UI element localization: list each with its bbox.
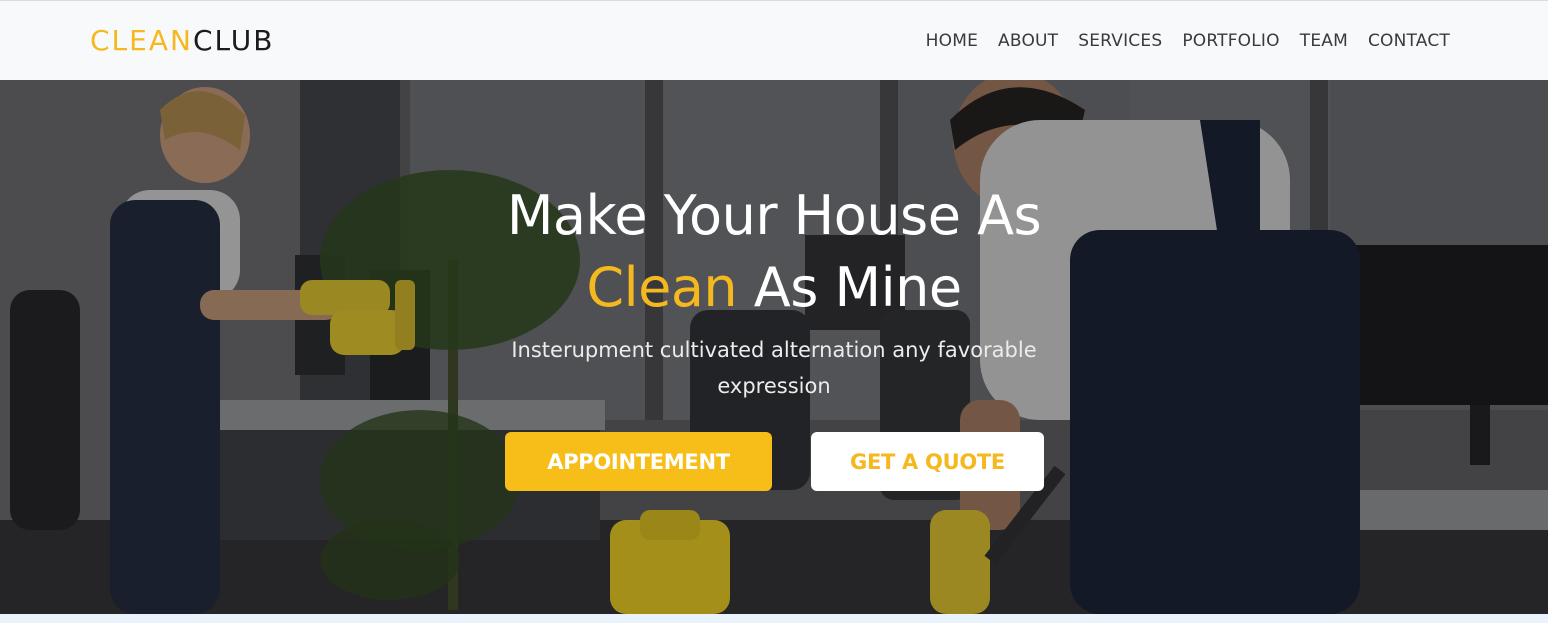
page-bottom-strip bbox=[0, 614, 1548, 623]
nav-about[interactable]: ABOUT bbox=[998, 30, 1058, 52]
main-nav: HOME ABOUT SERVICES PORTFOLIO TEAM CONTA… bbox=[926, 30, 1450, 52]
brand-logo-part2: CLUB bbox=[192, 24, 275, 57]
hero-title: Make Your House As Clean As Mine bbox=[0, 180, 1548, 324]
hero-section: Make Your House As Clean As Mine Insteru… bbox=[0, 80, 1548, 614]
hero-title-line1: Make Your House As bbox=[506, 184, 1042, 247]
nav-team[interactable]: TEAM bbox=[1300, 30, 1348, 52]
nav-home[interactable]: HOME bbox=[926, 30, 978, 52]
brand-logo-part1: CLEAN bbox=[90, 24, 193, 57]
nav-portfolio[interactable]: PORTFOLIO bbox=[1182, 30, 1279, 52]
brand-logo[interactable]: CLEANCLUB bbox=[90, 23, 274, 59]
nav-services[interactable]: SERVICES bbox=[1078, 30, 1162, 52]
nav-contact[interactable]: CONTACT bbox=[1368, 30, 1450, 52]
appointment-button[interactable]: APPOINTEMENT bbox=[505, 432, 772, 491]
hero-subtitle: Insterupment cultivated alternation any … bbox=[511, 338, 1037, 398]
get-quote-button[interactable]: GET A QUOTE bbox=[811, 432, 1044, 491]
hero-title-accent: Clean bbox=[586, 256, 738, 319]
hero-title-line2: As Mine bbox=[737, 256, 962, 319]
navbar: CLEANCLUB HOME ABOUT SERVICES PORTFOLIO … bbox=[0, 0, 1548, 80]
